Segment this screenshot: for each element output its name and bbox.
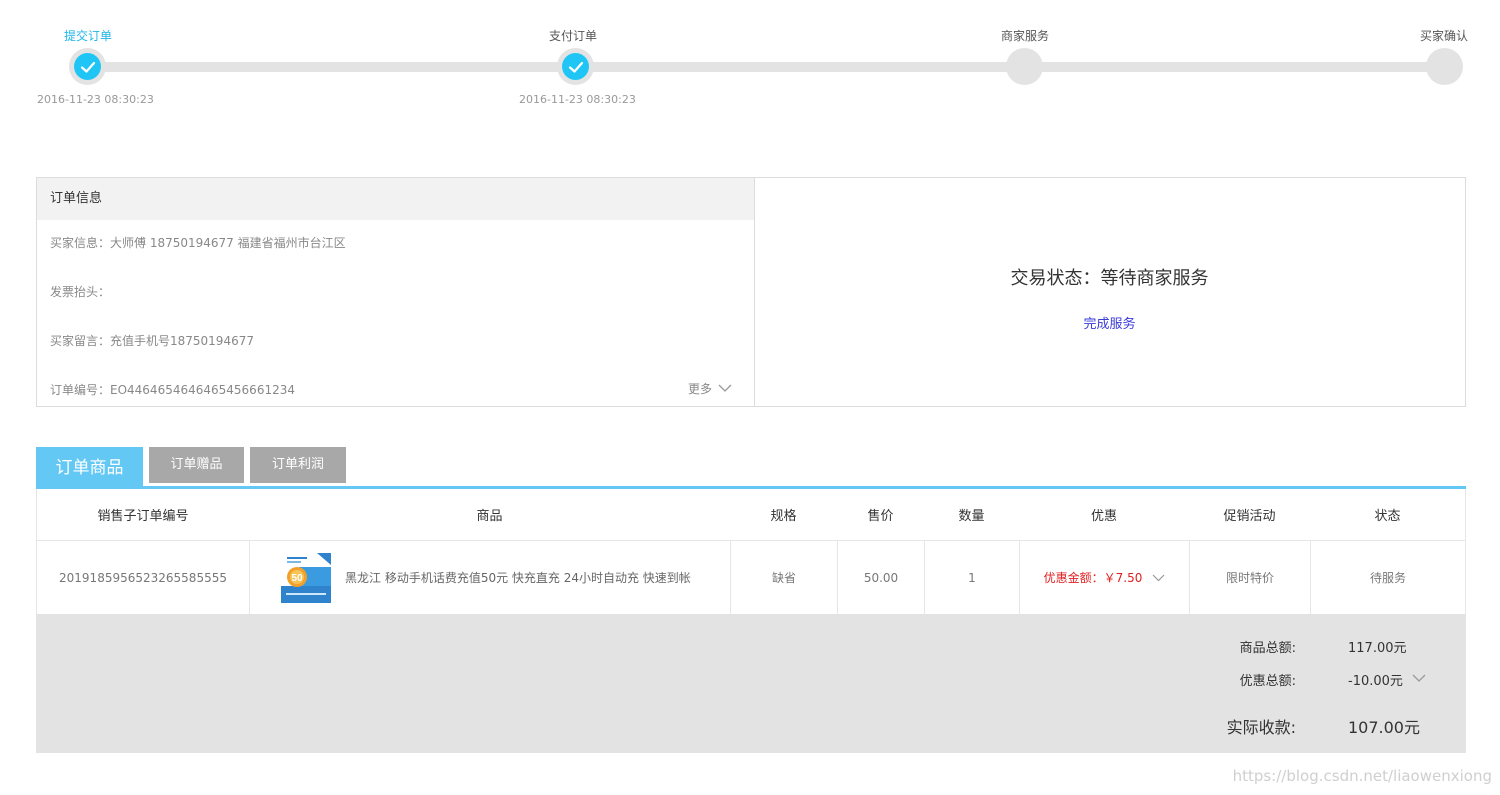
buyer-message: 买家留言：充值手机号18750194677 <box>50 334 254 348</box>
promo-value: 限时特价 <box>1189 541 1310 614</box>
svg-text:50: 50 <box>291 573 303 584</box>
invoice-title: 发票抬头： <box>50 285 111 299</box>
discount-total-label: 优惠总额: <box>1239 674 1296 689</box>
actual-total-label: 实际收款: <box>1226 718 1296 737</box>
col-qty: 数量 <box>958 509 985 524</box>
order-info-panel: 订单信息 买家信息：大师傅 18750194677 福建省福州市台江区 发票抬头… <box>36 177 1466 407</box>
sub-order-number: 2019185956523265585555 <box>59 570 227 585</box>
price-value: 50.00 <box>837 541 924 614</box>
buyer-info: 买家信息：大师傅 18750194677 福建省福州市台江区 <box>50 236 346 250</box>
chevron-down-icon[interactable] <box>1412 674 1426 683</box>
order-totals: 商品总额: 117.00元 优惠总额: -10.00元 实际收款: 107.00… <box>36 614 1466 753</box>
discount-amount: 优惠金额：￥7.50 <box>1043 571 1143 585</box>
order-info-left: 订单信息 买家信息：大师傅 18750194677 福建省福州市台江区 发票抬头… <box>37 178 755 406</box>
order-progress: 提交订单 2016-11-23 08:30:23 支付订单 2016-11-23… <box>0 0 1500 120</box>
trade-status: 交易状态：等待商家服务 <box>1010 268 1209 289</box>
tab-order-goods[interactable]: 订单商品 <box>36 447 143 489</box>
recharge-card-image: 50 <box>281 552 331 603</box>
step-pay-dot <box>557 48 594 85</box>
finish-service-link[interactable]: 完成服务 <box>754 313 1465 332</box>
step-time-submit: 2016-11-23 08:30:23 <box>37 93 154 106</box>
more-button[interactable]: 更多 <box>688 380 732 397</box>
watermark: https://blog.csdn.net/liaowenxiong <box>1232 767 1492 785</box>
chevron-down-icon <box>718 384 732 392</box>
goods-total-value: 117.00元 <box>1348 641 1407 656</box>
step-label-confirm: 买家确认 <box>1420 29 1469 43</box>
more-label: 更多 <box>687 382 712 396</box>
chevron-down-icon <box>1152 574 1165 581</box>
col-product: 商品 <box>476 509 503 524</box>
col-sub-order-no: 销售子订单编号 <box>97 509 189 524</box>
step-time-pay: 2016-11-23 08:30:23 <box>519 93 636 106</box>
goods-total-label: 商品总额: <box>1239 641 1296 656</box>
check-icon <box>568 61 583 73</box>
col-price: 售价 <box>867 509 894 524</box>
product-thumbnail[interactable]: 50 <box>281 552 331 603</box>
product-cell: 50 黑龙江 移动手机话费充值50元 快充直充 24小时自动充 快速到帐 <box>249 541 730 614</box>
col-promo: 促销活动 <box>1223 509 1276 524</box>
step-label-service: 商家服务 <box>1001 29 1050 43</box>
order-info-title: 订单信息 <box>37 178 754 220</box>
product-name[interactable]: 黑龙江 移动手机话费充值50元 快充直充 24小时自动充 快速到帐 <box>345 569 691 586</box>
table-row: 2019185956523265585555 50 黑龙江 移动手机话费充值50… <box>37 541 1465 614</box>
qty-value: 1 <box>924 541 1019 614</box>
step-submit-dot <box>69 48 106 85</box>
step-label-pay: 支付订单 <box>549 29 598 43</box>
check-icon <box>80 61 95 73</box>
step-confirm-dot <box>1426 48 1463 85</box>
goods-table: 销售子订单编号 商品 规格 售价 数量 优惠 促销活动 状态 201918595… <box>36 489 1466 614</box>
tab-order-profit[interactable]: 订单利润 <box>250 447 346 483</box>
spec-value: 缺省 <box>730 541 837 614</box>
discount-total-value: -10.00元 <box>1348 674 1403 689</box>
col-discount: 优惠 <box>1090 509 1117 524</box>
trade-status-panel: 交易状态：等待商家服务 完成服务 <box>754 178 1465 406</box>
table-header: 销售子订单编号 商品 规格 售价 数量 优惠 促销活动 状态 <box>37 489 1465 541</box>
progress-track <box>88 62 1444 72</box>
step-service-dot <box>1006 48 1043 85</box>
order-number: 订单编号：EO4464654646465456661234 <box>50 383 295 397</box>
step-label-submit: 提交订单 <box>64 29 113 43</box>
col-status: 状态 <box>1374 509 1401 524</box>
tab-order-gifts[interactable]: 订单赠品 <box>149 447 244 483</box>
status-value: 待服务 <box>1310 541 1465 614</box>
actual-total-value: 107.00元 <box>1348 718 1420 737</box>
col-spec: 规格 <box>770 509 797 524</box>
discount-cell[interactable]: 优惠金额：￥7.50 <box>1019 541 1189 614</box>
